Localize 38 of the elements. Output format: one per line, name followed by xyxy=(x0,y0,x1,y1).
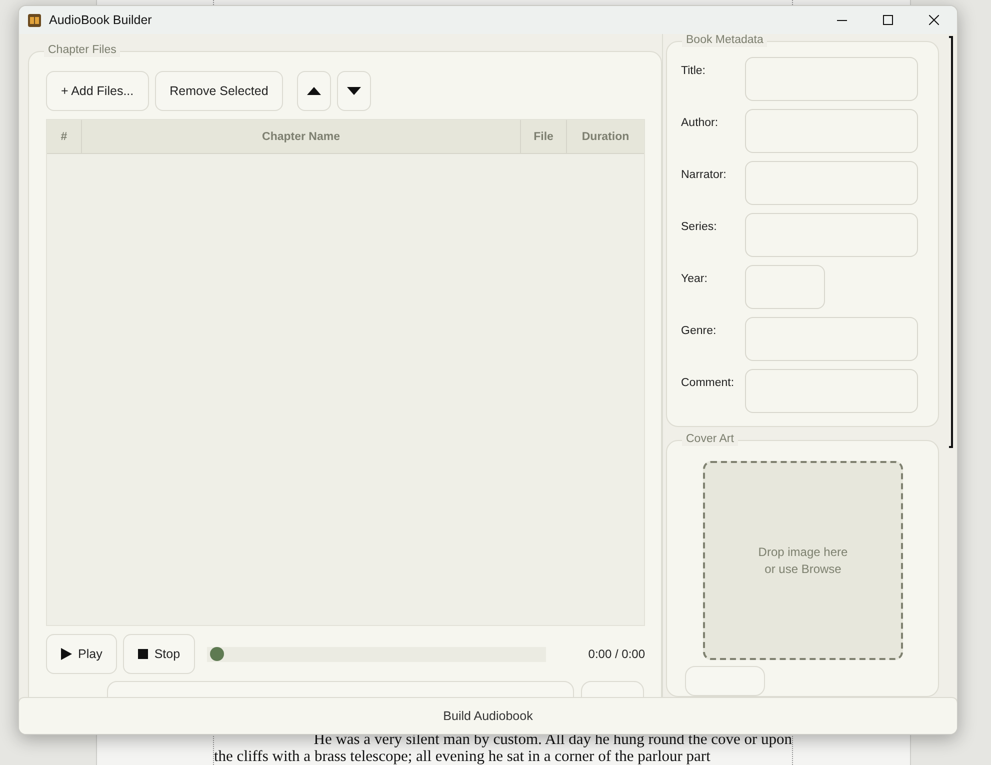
close-icon xyxy=(929,15,939,25)
field-label: Year: xyxy=(681,272,708,285)
input-field[interactable] xyxy=(745,213,918,257)
slider-thumb[interactable] xyxy=(210,646,224,660)
stop-icon xyxy=(138,649,148,659)
seek-slider[interactable] xyxy=(207,646,546,662)
time-display: 0:00 / 0:00 xyxy=(588,647,645,661)
input-field[interactable] xyxy=(745,161,918,205)
browse-button[interactable] xyxy=(685,666,765,696)
body-text: the cliffs with a brass telescope; all evening he sat in a corner of the parlour part xyxy=(214,748,712,765)
window-title: AudioBook Builder xyxy=(49,13,153,27)
group-title: Chapter Files xyxy=(44,44,120,57)
field-label: Narrator: xyxy=(681,168,728,181)
input-field[interactable] xyxy=(745,265,825,309)
field-label: Comment: xyxy=(681,376,736,389)
field-label: Series: xyxy=(681,220,718,233)
app-icon xyxy=(28,14,41,26)
down-arrow-icon xyxy=(347,87,362,95)
up-arrow-icon xyxy=(307,87,322,95)
group-title: Cover Art xyxy=(682,433,738,446)
stop-button[interactable]: Stop xyxy=(123,634,196,674)
group-title: Book Metadata xyxy=(682,34,768,47)
input-field[interactable] xyxy=(745,109,918,153)
input-field[interactable] xyxy=(745,57,918,101)
add-files-button[interactable]: + Add Files... xyxy=(46,71,149,111)
move-up-button[interactable] xyxy=(297,71,332,111)
maximize-icon xyxy=(883,15,893,25)
play-button[interactable]: Play xyxy=(46,634,118,674)
remove-selected-button[interactable]: Remove Selected xyxy=(154,71,284,111)
build-audiobook-button[interactable]: Build Audiobook xyxy=(19,697,957,734)
move-down-button[interactable] xyxy=(337,71,372,111)
field-label: Title: xyxy=(681,64,706,77)
field-label: Genre: xyxy=(681,324,718,337)
drop-hint: Drop image here or use Browse xyxy=(758,544,848,578)
field-label: Author: xyxy=(681,116,720,129)
input-field[interactable] xyxy=(745,317,918,361)
play-icon xyxy=(61,648,72,660)
input-field[interactable] xyxy=(745,369,918,413)
